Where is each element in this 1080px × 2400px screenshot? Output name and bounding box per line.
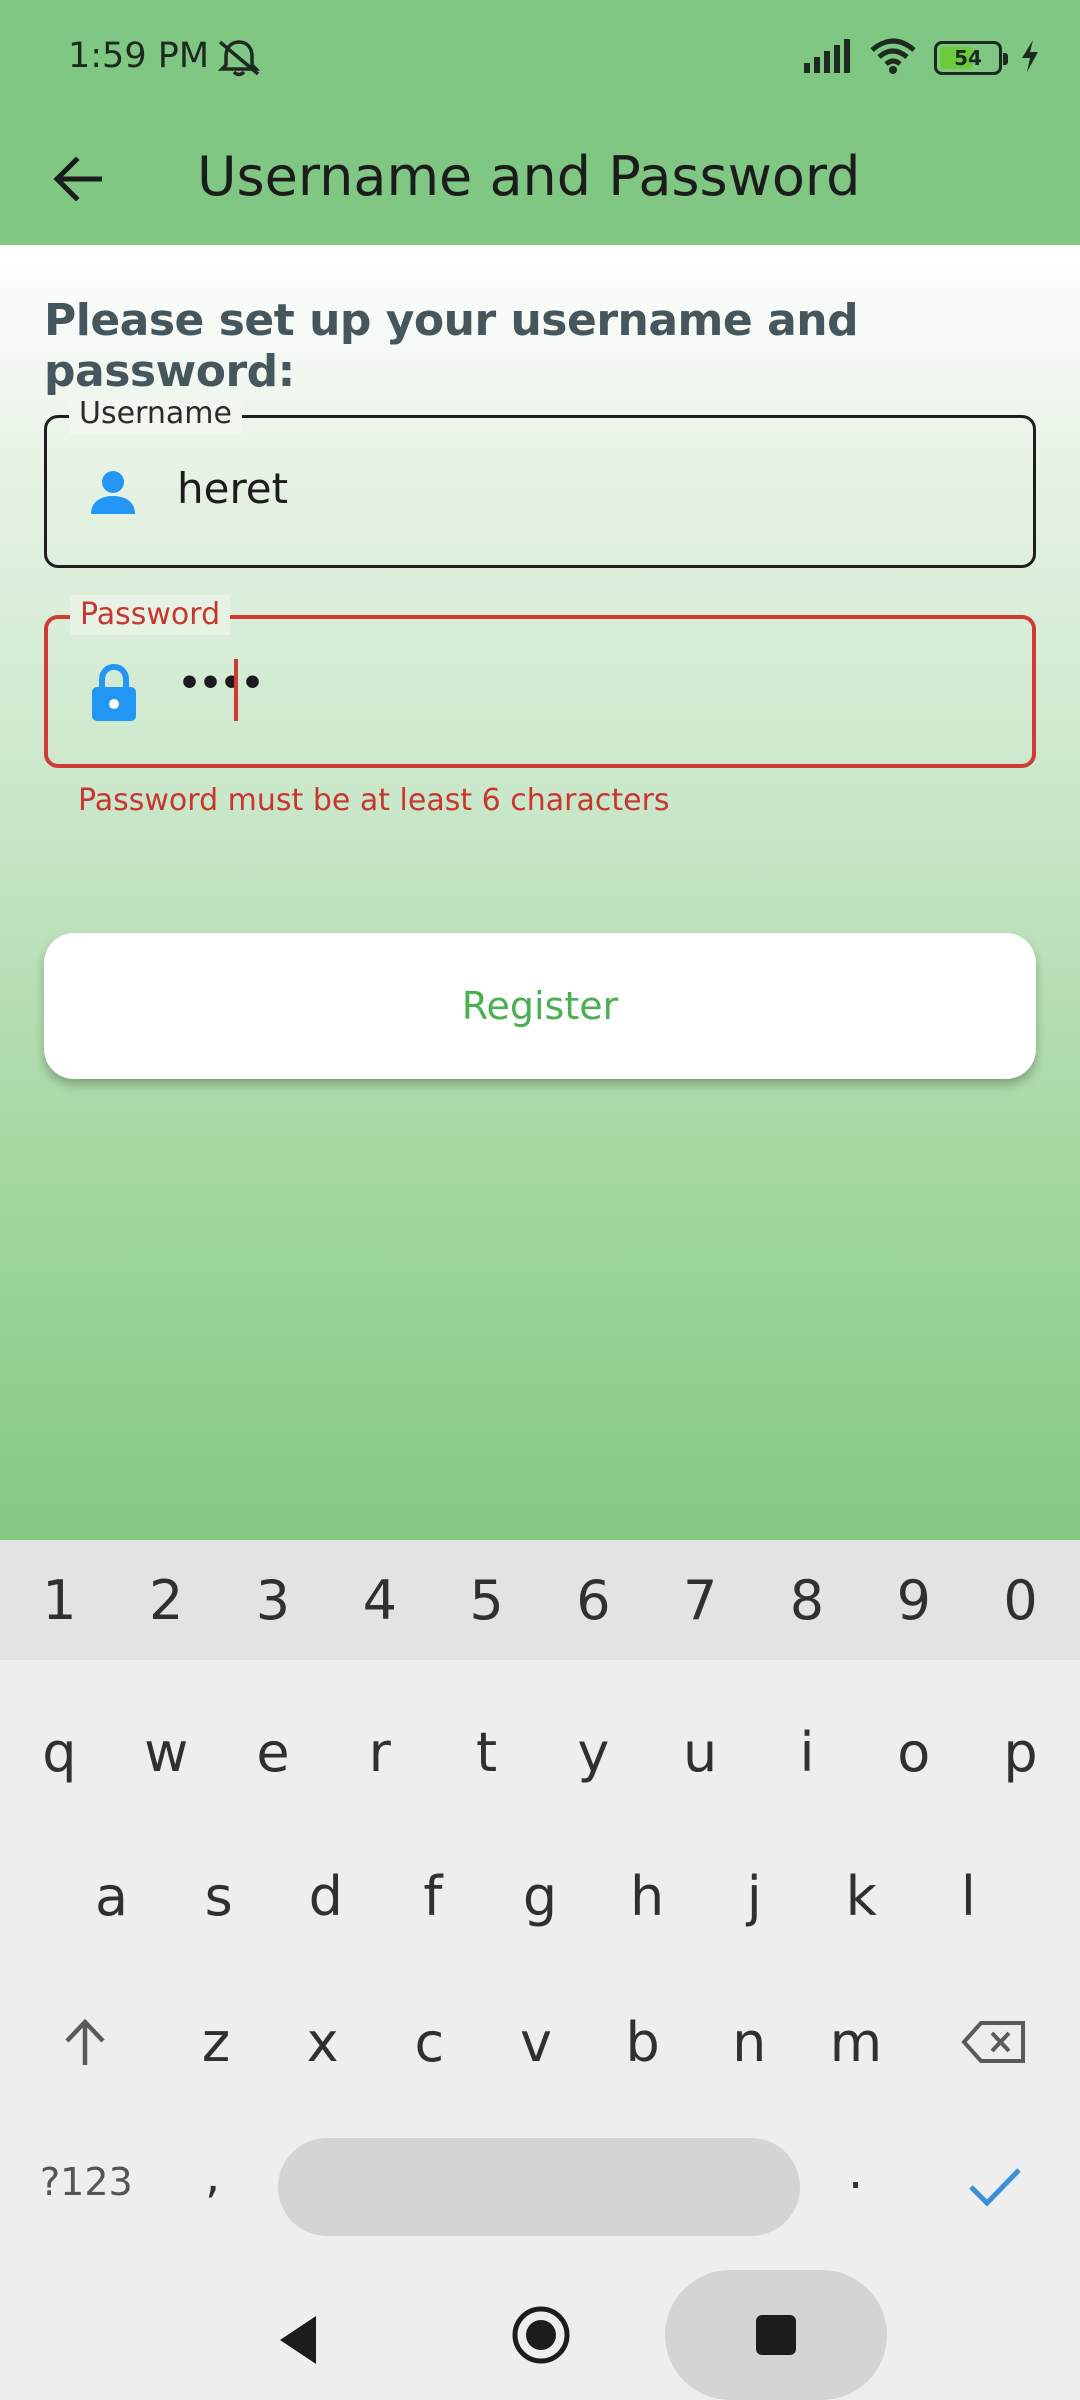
key-5[interactable]: 5 [437, 1569, 537, 1632]
shift-arrow-icon [65, 2018, 105, 2065]
backspace-key[interactable] [955, 2012, 1033, 2072]
key-o[interactable]: o [864, 1721, 964, 1784]
key-1[interactable]: 1 [9, 1569, 109, 1632]
app-bar: Username and Password [0, 120, 1080, 245]
nav-home-icon[interactable] [510, 2304, 572, 2366]
username-field[interactable]: Username heret [44, 394, 1036, 568]
space-key[interactable] [278, 2138, 800, 2236]
back-button[interactable] [40, 142, 114, 216]
key-t[interactable]: t [437, 1721, 537, 1784]
form-prompt: Please set up your username and password… [44, 295, 859, 397]
key-p[interactable]: p [971, 1721, 1071, 1784]
register-button[interactable]: Register [44, 933, 1036, 1079]
keyboard-row-4: ?123 , . [0, 2138, 1080, 2238]
mute-bell-icon [214, 38, 264, 78]
key-q[interactable]: q [9, 1721, 109, 1784]
key-0[interactable]: 0 [971, 1569, 1071, 1632]
wifi-icon [870, 38, 916, 78]
key-x[interactable]: x [273, 2011, 373, 2074]
nav-back-icon[interactable] [270, 2310, 330, 2370]
status-time: 1:59 PM [68, 36, 210, 76]
password-field[interactable]: Password •••• [44, 595, 1036, 768]
key-w[interactable]: w [116, 1721, 216, 1784]
key-2[interactable]: 2 [116, 1569, 216, 1632]
battery-icon: 54 [934, 41, 1008, 75]
username-label: Username [69, 394, 242, 434]
key-j[interactable]: j [704, 1865, 804, 1928]
key-8[interactable]: 8 [757, 1569, 857, 1632]
key-u[interactable]: u [650, 1721, 750, 1784]
key-k[interactable]: k [811, 1865, 911, 1928]
key-3[interactable]: 3 [223, 1569, 323, 1632]
screen: 1:59 PM 54 Username and Password Please … [0, 0, 1080, 2400]
page-title: Username and Password [197, 145, 861, 208]
password-input[interactable]: •••• [178, 663, 264, 704]
key-4[interactable]: 4 [330, 1569, 430, 1632]
lock-icon [84, 663, 144, 723]
soft-keyboard: 1 2 3 4 5 6 7 8 9 0 q w e r t y u i o p … [0, 1540, 1080, 2280]
navigation-bar [0, 2270, 1080, 2400]
password-label: Password [70, 595, 231, 635]
key-a[interactable]: a [62, 1865, 162, 1928]
username-input[interactable]: heret [177, 464, 288, 513]
keyboard-row-1: q w e r t y u i o p [0, 1702, 1080, 1802]
arrow-left-icon [53, 157, 102, 201]
key-7[interactable]: 7 [650, 1569, 750, 1632]
done-key[interactable] [955, 2152, 1035, 2222]
password-error: Password must be at least 6 characters [78, 783, 670, 818]
keyboard-row-3: z x c v b n m [0, 1992, 1080, 2092]
nav-recents-icon [756, 2315, 796, 2355]
key-d[interactable]: d [276, 1865, 376, 1928]
key-v[interactable]: v [486, 2011, 586, 2074]
key-g[interactable]: g [490, 1865, 590, 1928]
key-n[interactable]: n [699, 2011, 799, 2074]
status-icons-right: 54 [804, 36, 1040, 80]
key-i[interactable]: i [757, 1721, 857, 1784]
top-bar: 1:59 PM 54 Username and Password [0, 0, 1080, 245]
key-r[interactable]: r [330, 1721, 430, 1784]
symbols-key[interactable]: ?123 [40, 2160, 133, 2204]
status-bar: 1:59 PM 54 [0, 0, 1080, 120]
key-s[interactable]: s [169, 1865, 269, 1928]
shift-key[interactable] [50, 1992, 120, 2092]
key-m[interactable]: m [806, 2011, 906, 2074]
key-6[interactable]: 6 [543, 1569, 643, 1632]
registration-form: Please set up your username and password… [0, 245, 1080, 1540]
keyboard-number-row: 1 2 3 4 5 6 7 8 9 0 [0, 1540, 1080, 1660]
key-e[interactable]: e [223, 1721, 323, 1784]
checkmark-icon [969, 2168, 1021, 2207]
charging-bolt-icon [1020, 40, 1040, 76]
person-icon [83, 462, 143, 522]
backspace-icon [961, 2021, 1025, 2063]
key-l[interactable]: l [918, 1865, 1018, 1928]
key-y[interactable]: y [543, 1721, 643, 1784]
period-key[interactable]: . [848, 2144, 863, 2200]
keyboard-row-2: a s d f g h j k l [0, 1846, 1080, 1946]
signal-icon [804, 39, 852, 77]
nav-recents-button[interactable] [665, 2270, 887, 2400]
text-cursor [234, 659, 238, 721]
key-f[interactable]: f [383, 1865, 483, 1928]
key-9[interactable]: 9 [864, 1569, 964, 1632]
key-h[interactable]: h [597, 1865, 697, 1928]
key-b[interactable]: b [593, 2011, 693, 2074]
key-c[interactable]: c [379, 2011, 479, 2074]
comma-key[interactable]: , [205, 2148, 220, 2204]
key-z[interactable]: z [166, 2011, 266, 2074]
battery-level: 54 [954, 46, 982, 70]
